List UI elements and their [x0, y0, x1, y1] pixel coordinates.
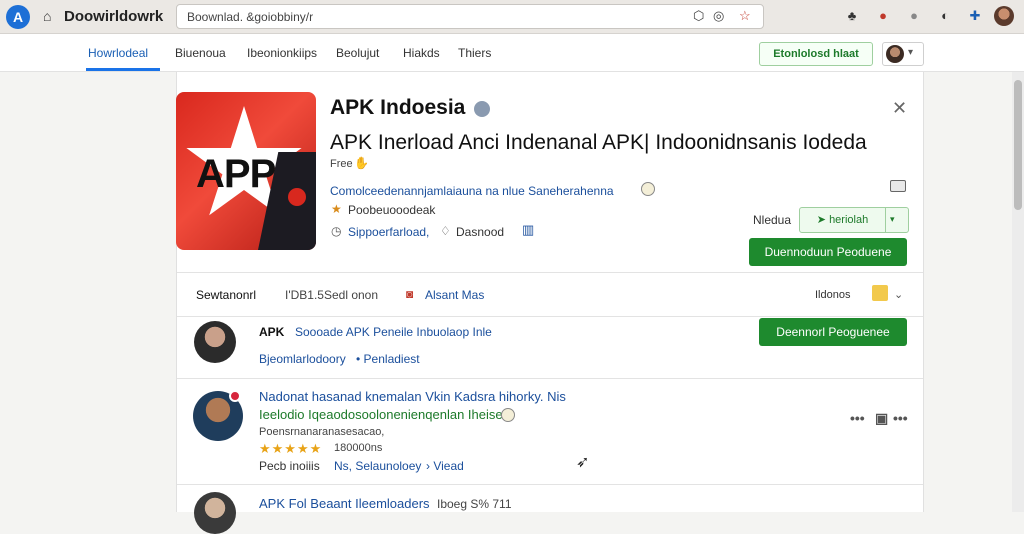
review-link-secondary-label: Penladiest [363, 352, 420, 366]
download-count: Dasnood [456, 225, 505, 239]
app-name: APK Indoesia [330, 96, 466, 119]
tab-business[interactable]: Biuenoua [175, 46, 226, 60]
app-subtitle: APK Inerload Anci Indenanal APK| Indooni… [330, 131, 867, 154]
avatar[interactable] [194, 321, 236, 363]
tab-hiakds[interactable]: Hiakds [403, 46, 440, 60]
tab-projects[interactable]: Beolujut [336, 46, 379, 60]
clock-icon: ◷ [331, 224, 342, 238]
divider [177, 484, 923, 485]
review-download-button[interactable]: Deennorl Peoguenee [759, 318, 907, 346]
review-footer-label: Pecb inoiiis [259, 459, 320, 473]
tab-extensions[interactable]: Ibeonionkiips [247, 46, 317, 60]
verified-icon [474, 101, 490, 117]
download-header-button[interactable]: Etonlolosd hlaat [759, 42, 873, 66]
chevron-down-icon: ▾ [908, 47, 914, 58]
rating-count: 180000ns [334, 442, 383, 454]
divider [177, 378, 923, 379]
sort-label: Ildonos [815, 289, 851, 301]
review-meta: Iboeg S% 711 [437, 497, 512, 511]
review-link[interactable]: Bjeomlarlodoory [259, 352, 346, 366]
review-meta: Poensrnanaranasesacao, [259, 426, 385, 438]
theme-icon[interactable]: ◐ [936, 7, 954, 25]
pin-icon: ♢ [440, 224, 451, 238]
install-button[interactable]: ➤ heriolah [800, 208, 885, 232]
chevron-down-icon[interactable]: ▾ [890, 214, 895, 225]
price-label: Free [330, 158, 353, 170]
install-split-button[interactable]: ➤ heriolah ▾ [799, 207, 909, 233]
avatar[interactable] [194, 492, 236, 534]
view-link[interactable]: › Viead [426, 459, 464, 473]
bookmark-star-icon[interactable]: ☆ [739, 8, 751, 24]
hand-icon: ✋ [354, 156, 369, 170]
chevron-down-icon[interactable]: ⌄ [894, 288, 903, 301]
profile-avatar[interactable] [994, 6, 1014, 26]
review-link-secondary[interactable]: • Penladiest [356, 352, 420, 366]
settings-icon[interactable]: ◎ [713, 8, 724, 24]
scrollbar-thumb[interactable] [1014, 80, 1022, 210]
icon-dot [288, 188, 306, 206]
divider [177, 272, 923, 273]
review-title-prefix: APK [259, 325, 285, 339]
shield-icon[interactable]: ⬡ [693, 8, 704, 24]
review-title: Nadonat hasanad knemalan Vkin Kadsra hih… [259, 389, 566, 404]
divider [177, 316, 923, 317]
view-link-label: Viead [433, 459, 464, 473]
alert-icon: ◙ [406, 287, 414, 301]
url-text[interactable]: Boownlad. &goiobbiny/r [187, 10, 313, 24]
more-icon[interactable]: ••• [850, 410, 865, 426]
mode-label: Nledua [753, 213, 792, 227]
chart-icon[interactable]: ▥ [522, 222, 534, 238]
review-subtitle: Ieelodio Iqeaodosoolonenienqenlan Iheise… [259, 407, 507, 422]
tab-reviews[interactable]: Sewtanonrl [196, 288, 256, 302]
status-badge [229, 390, 241, 402]
app-logo[interactable]: A [6, 5, 30, 29]
browser-toolbar: A ⌂ Doowirldowrk Boownlad. &goiobbiny/r … [0, 0, 1024, 34]
info-icon[interactable] [501, 408, 515, 422]
extension-icon[interactable]: ♣ [843, 7, 861, 25]
active-tab-indicator [86, 68, 160, 71]
user-avatar [886, 45, 904, 63]
shield-extension-icon[interactable]: ✚ [966, 7, 984, 25]
review-footer-link[interactable]: Ns, Selaunoloey [334, 459, 421, 473]
rating-stars: ★★★★★ [259, 441, 323, 456]
star-icon: ★ [331, 202, 342, 216]
app-title: Doowirldowrk [64, 8, 164, 25]
support-link[interactable]: Sippoerfarload, [348, 225, 429, 239]
app-icon: APP [176, 92, 316, 250]
sort-icon[interactable] [872, 285, 888, 301]
more-options-icon[interactable]: ••• [893, 410, 908, 426]
install-label: heriolah [829, 214, 869, 226]
notification-icon[interactable]: ● [874, 7, 892, 25]
url-bar[interactable]: Boownlad. &goiobbiny/r ⬡ ◎ ☆ [176, 4, 764, 29]
main-nav: Howrlodeal Biuenoua Ibeonionkiips Beoluj… [0, 34, 1024, 72]
icon-text: APP [196, 152, 276, 196]
close-icon[interactable]: ✕ [892, 98, 907, 119]
home-icon[interactable]: ⌂ [43, 8, 51, 24]
tab-about[interactable]: Alsant Mas [425, 288, 484, 302]
review-title: APK Fol Beaant Ileemloaders [259, 496, 430, 511]
tab-downloads[interactable]: Howrlodeal [88, 46, 148, 60]
download-button[interactable]: Duennoduun Peoduene [749, 238, 907, 266]
app-info-link[interactable]: Comolceedenannjamlaiauna na nlue Saneher… [330, 184, 614, 198]
mouse-cursor-icon: ➶ [576, 454, 590, 471]
account-icon[interactable]: ● [905, 7, 923, 25]
tab-ratings[interactable]: I'DB1.5Sedl onon [285, 288, 378, 302]
share-icon[interactable]: ▣ [875, 410, 888, 427]
user-menu[interactable]: ▾ [882, 42, 924, 66]
save-icon[interactable] [890, 180, 906, 192]
info-icon[interactable] [641, 182, 655, 196]
tab-others[interactable]: Thiers [458, 46, 491, 60]
review-title: Soooade APK Peneile Inbuolaop Inle [295, 325, 492, 339]
split-divider [885, 208, 886, 232]
app-rating-text: Poobeuooodeak [348, 203, 436, 217]
